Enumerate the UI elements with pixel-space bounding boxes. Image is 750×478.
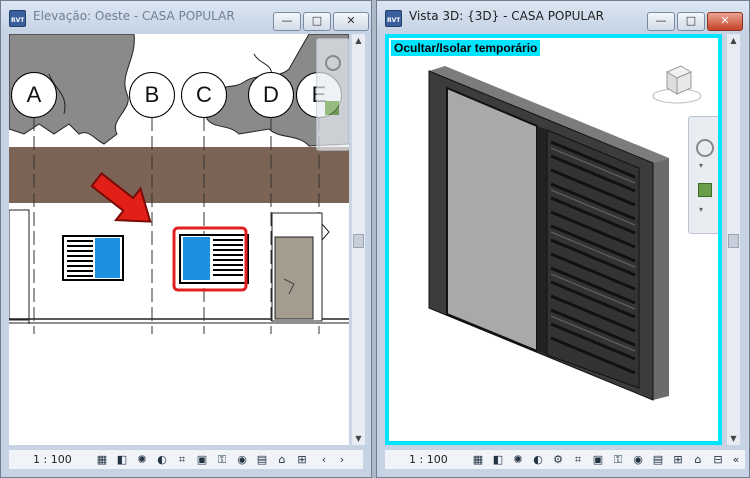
view-control-bar: 1 : 100 ▦ ◧ ✺ ◐ ⚙ ⌗ ▣ ⚿ ◉ ▤ ⊞ ⌂ ⊟ «: [385, 449, 745, 469]
scroll-thumb[interactable]: [728, 234, 739, 248]
minimize-icon: —: [281, 14, 293, 27]
zoom-icon[interactable]: [698, 183, 712, 197]
window-title: Vista 3D: {3D} - CASA POPULAR: [409, 9, 604, 23]
unlock-3d-icon[interactable]: ⚿: [215, 453, 229, 467]
scale-label[interactable]: 1 : 100: [33, 453, 72, 466]
rvt-app-icon: RVT: [9, 10, 26, 27]
grid-label: A: [26, 82, 42, 107]
scroll-up-icon[interactable]: ▲: [352, 36, 365, 45]
chevron-down-icon[interactable]: ▾: [699, 161, 703, 170]
shadows-icon[interactable]: ◐: [155, 453, 169, 467]
steering-wheel-icon[interactable]: [325, 55, 341, 71]
render-icon[interactable]: ⌂: [275, 453, 289, 467]
detail-level-icon[interactable]: ▦: [471, 453, 485, 467]
3d-view-window[interactable]: RVT Vista 3D: {3D} - CASA POPULAR — □ ✕ …: [376, 0, 750, 478]
next-icon[interactable]: ›: [335, 453, 349, 467]
title-bar[interactable]: RVT Elevação: Oeste - CASA POPULAR — □ ✕: [1, 1, 371, 33]
door-elevation: [274, 236, 314, 320]
app-icon-text: RVT: [387, 17, 401, 24]
minimize-button[interactable]: —: [273, 12, 301, 31]
steering-wheel-icon[interactable]: [696, 139, 714, 157]
grid-bubble-a[interactable]: A: [11, 72, 57, 118]
chevron-down-icon[interactable]: ▾: [699, 205, 703, 214]
viewcube-icon[interactable]: [651, 58, 703, 106]
temporary-hide-icon[interactable]: ◉: [235, 453, 249, 467]
crop-view-icon[interactable]: ⌗: [175, 453, 189, 467]
maximize-icon: □: [685, 14, 697, 27]
3d-canvas[interactable]: Ocultar/Isolar temporário ▾ ▾: [385, 34, 722, 445]
lock-3d-icon[interactable]: ⚿: [611, 453, 625, 467]
close-icon: ✕: [720, 14, 730, 27]
maximize-icon: □: [311, 14, 323, 27]
temporary-hide-icon[interactable]: ◉: [631, 453, 645, 467]
view-control-bar: 1 : 100 ▦ ◧ ✺ ◐ ⌗ ▣ ⚿ ◉ ▤ ⌂ ⊞ ‹ ›: [9, 449, 363, 469]
grid-label: D: [263, 82, 279, 107]
maximize-button[interactable]: □: [677, 12, 705, 31]
navigation-bar[interactable]: ▾ ▾: [688, 116, 718, 234]
rvt-app-icon: RVT: [385, 10, 402, 27]
grid-bubble-d[interactable]: D: [248, 72, 294, 118]
scroll-down-icon[interactable]: ▼: [727, 434, 740, 443]
window-title: Elevação: Oeste - CASA POPULAR: [33, 9, 235, 23]
close-button[interactable]: ✕: [707, 12, 743, 31]
worksharing-icon[interactable]: ⊞: [671, 453, 685, 467]
maximize-button[interactable]: □: [303, 12, 331, 31]
title-bar[interactable]: RVT Vista 3D: {3D} - CASA POPULAR — □ ✕: [377, 1, 749, 33]
grid-label: C: [196, 82, 212, 107]
reveal-hidden-icon[interactable]: ▤: [651, 453, 665, 467]
camera-icon[interactable]: ⌂: [691, 453, 705, 467]
visual-style-icon[interactable]: ◧: [115, 453, 129, 467]
scale-label[interactable]: 1 : 100: [409, 453, 448, 466]
worksharing-icon[interactable]: ⊞: [295, 453, 309, 467]
close-icon: ✕: [346, 14, 356, 27]
close-button[interactable]: ✕: [333, 12, 369, 31]
sun-path-icon[interactable]: ✺: [511, 453, 525, 467]
reveal-hidden-icon[interactable]: ▤: [255, 453, 269, 467]
grid-bubble-c[interactable]: C: [181, 72, 227, 118]
crop-view-icon[interactable]: ⌗: [571, 453, 585, 467]
render-icon[interactable]: ⚙: [551, 453, 565, 467]
zoom-icon[interactable]: [325, 101, 339, 115]
detail-level-icon[interactable]: ▦: [95, 453, 109, 467]
app-icon-text: RVT: [11, 17, 25, 24]
more-icon[interactable]: «: [729, 453, 743, 467]
elevation-canvas[interactable]: A B C D E: [9, 34, 349, 445]
sun-path-icon[interactable]: ✺: [135, 453, 149, 467]
scroll-up-icon[interactable]: ▲: [727, 36, 740, 45]
elevation-view-window[interactable]: RVT Elevação: Oeste - CASA POPULAR — □ ✕: [0, 0, 372, 478]
vertical-scrollbar[interactable]: ▲ ▼: [726, 34, 740, 445]
show-crop-icon[interactable]: ▣: [591, 453, 605, 467]
grid-bubble-b[interactable]: B: [129, 72, 175, 118]
shadows-icon[interactable]: ◐: [531, 453, 545, 467]
analysis-icon[interactable]: ⊟: [711, 453, 725, 467]
visual-style-icon[interactable]: ◧: [491, 453, 505, 467]
scroll-thumb[interactable]: [353, 234, 364, 248]
grid-label: B: [144, 82, 160, 107]
show-crop-icon[interactable]: ▣: [195, 453, 209, 467]
scroll-down-icon[interactable]: ▼: [352, 434, 365, 443]
roof: [9, 147, 349, 203]
minimize-icon: —: [655, 14, 667, 27]
navigation-bar[interactable]: [316, 38, 349, 151]
minimize-button[interactable]: —: [647, 12, 675, 31]
prev-icon[interactable]: ‹: [317, 453, 331, 467]
vertical-scrollbar[interactable]: ▲ ▼: [351, 34, 365, 445]
